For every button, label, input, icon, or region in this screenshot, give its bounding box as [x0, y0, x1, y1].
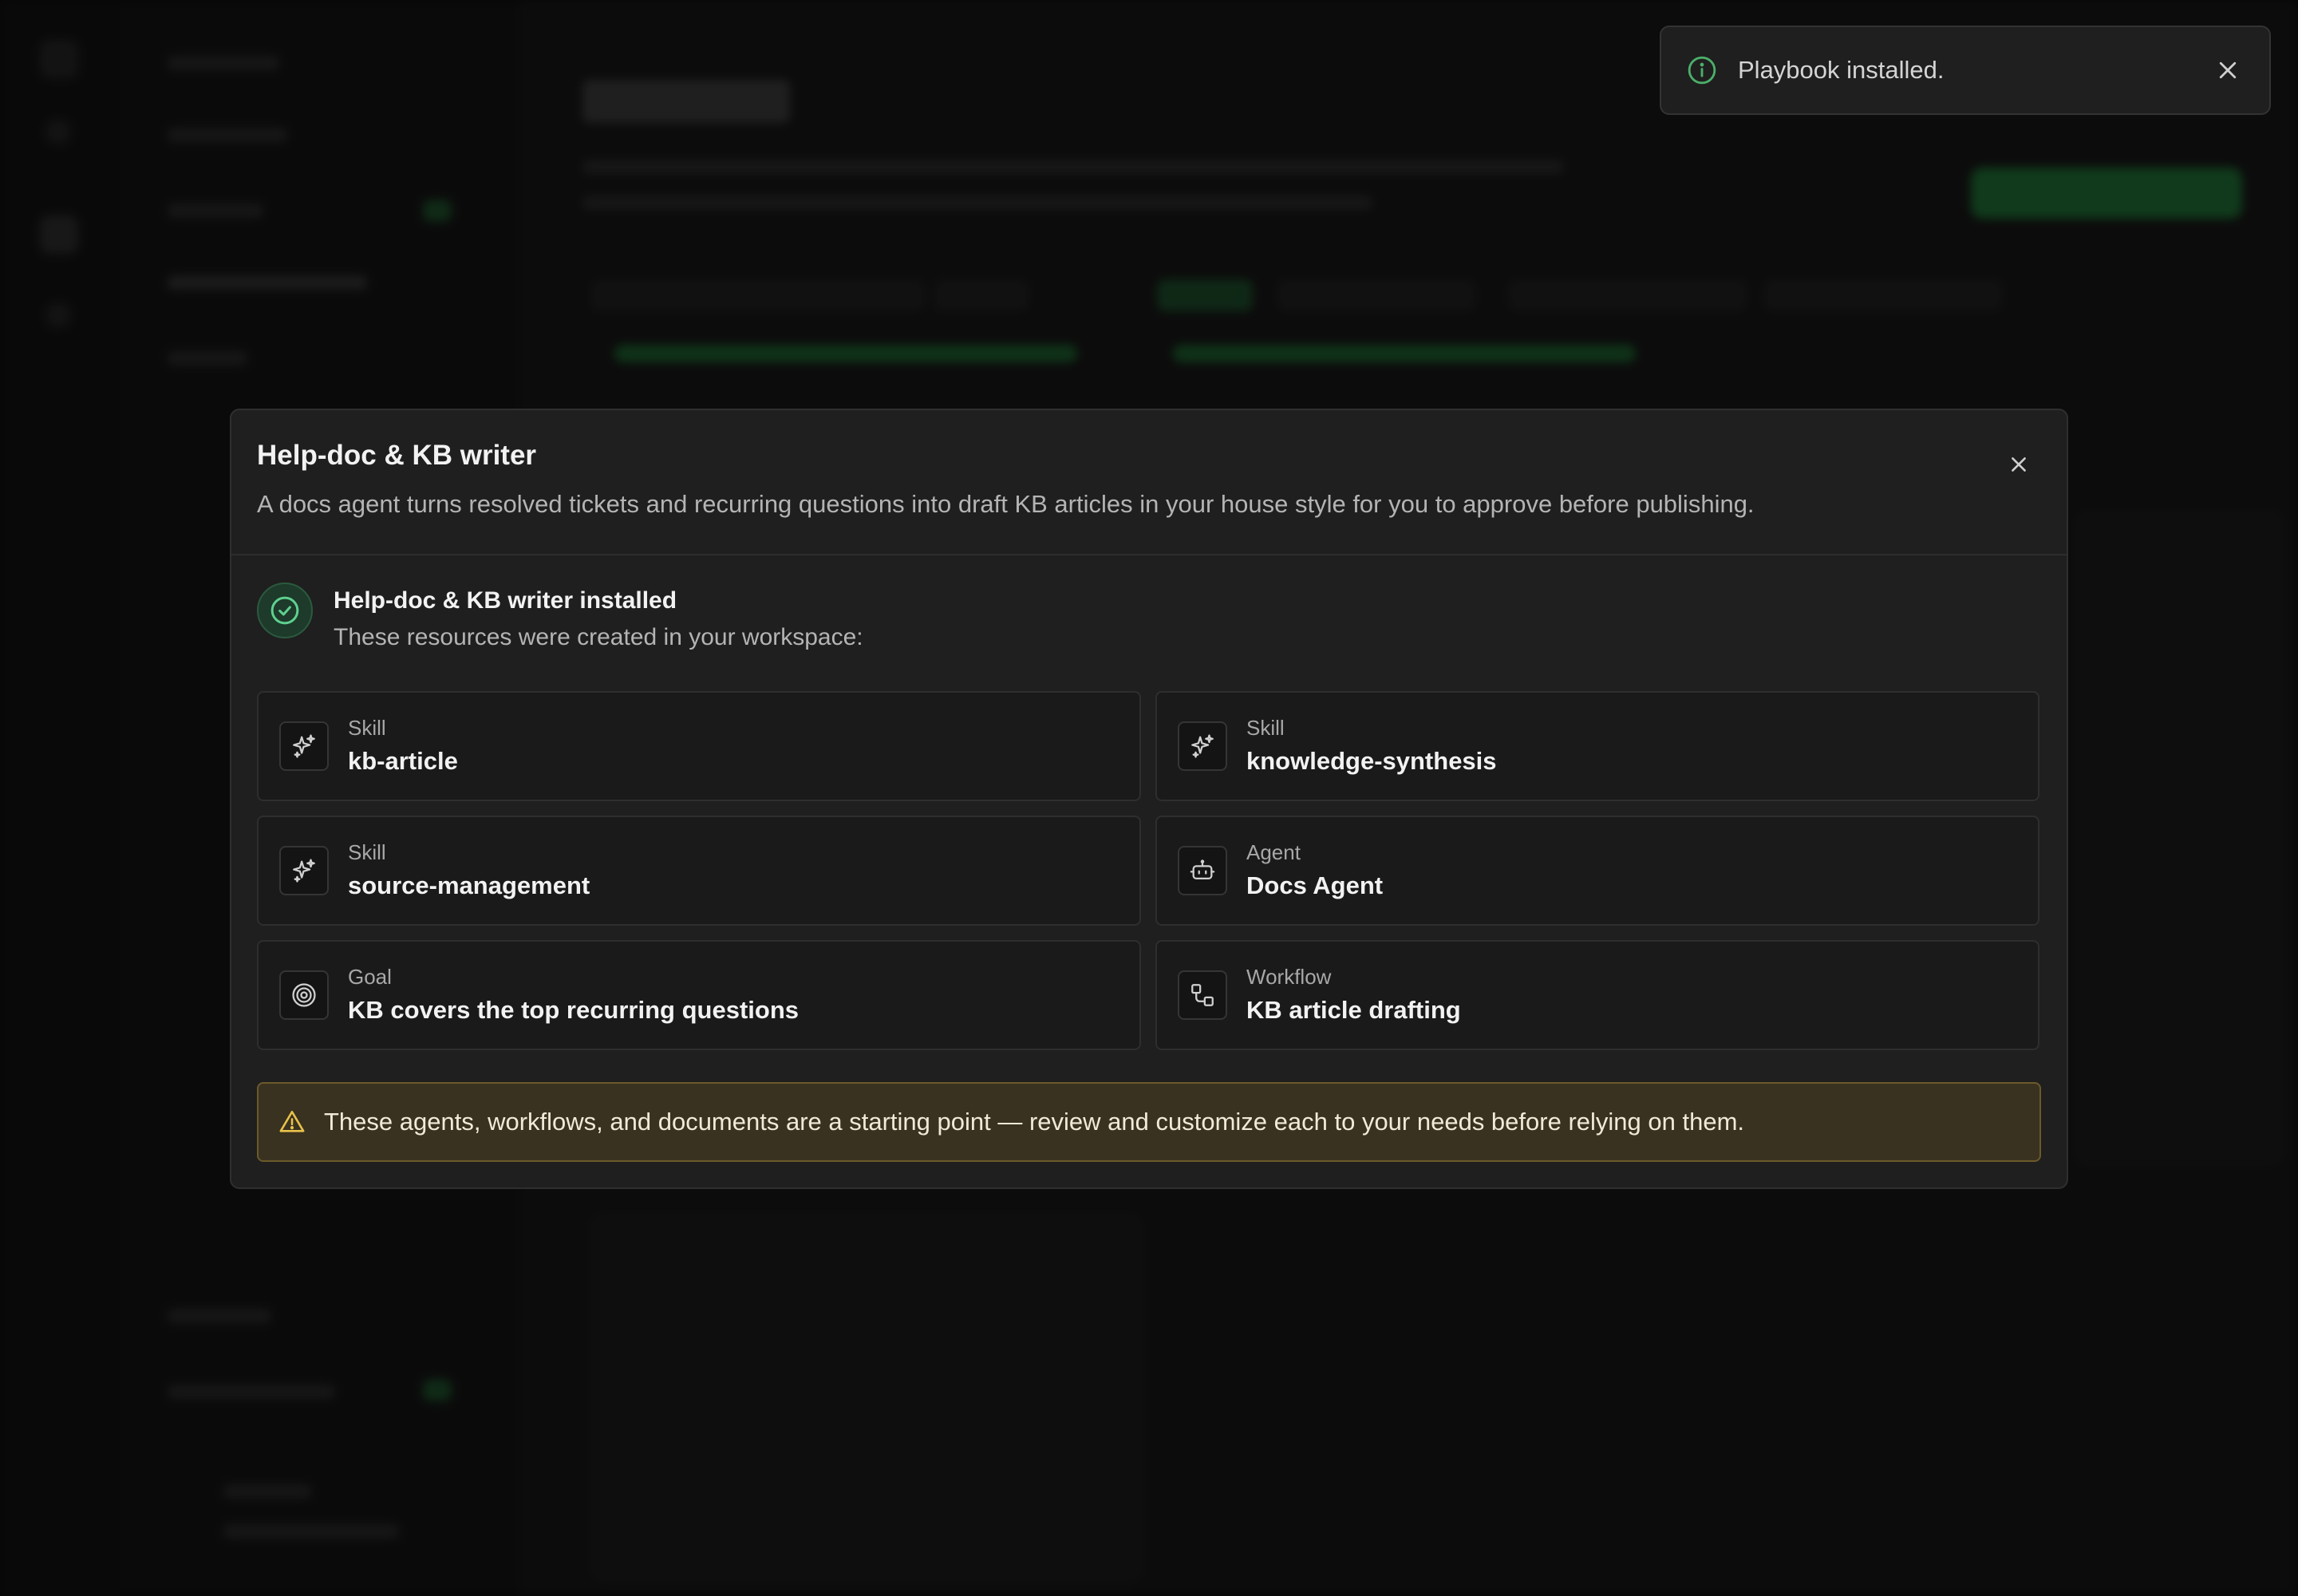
- resource-grid: Skill kb-article Skill knowledge-synthes…: [257, 691, 2041, 1050]
- toast-notification: Playbook installed.: [1660, 26, 2271, 115]
- info-circle-icon: [1687, 55, 1717, 85]
- close-icon: [2012, 457, 2026, 472]
- resource-name: kb-article: [348, 747, 458, 775]
- target-icon: [279, 970, 329, 1020]
- resource-type: Agent: [1246, 840, 1301, 864]
- warning-triangle-icon: [278, 1108, 306, 1136]
- resource-card-source-management[interactable]: Skill source-management: [257, 816, 1141, 926]
- modal-header: Help-doc & KB writer A docs agent turns …: [231, 410, 2067, 555]
- resource-name: source-management: [348, 871, 590, 899]
- sparkles-icon: [279, 721, 329, 771]
- modal-body: Help-doc & KB writer installed These res…: [231, 555, 2067, 1162]
- sparkles-icon: [279, 846, 329, 895]
- toast-message: Playbook installed.: [1738, 56, 1945, 84]
- resource-text: Agent Docs Agent: [1246, 839, 1383, 902]
- sparkles-icon: [1178, 721, 1227, 771]
- resource-type: Workflow: [1246, 965, 1332, 989]
- resource-name: knowledge-synthesis: [1246, 747, 1497, 775]
- playbook-modal: Help-doc & KB writer A docs agent turns …: [230, 409, 2068, 1189]
- resource-name: Docs Agent: [1246, 871, 1384, 899]
- resource-card-kb-article[interactable]: Skill kb-article: [257, 691, 1141, 801]
- resource-type: Skill: [1246, 716, 1285, 740]
- resource-text: Skill source-management: [348, 839, 590, 902]
- resource-text: Goal KB covers the top recurring questio…: [348, 964, 799, 1026]
- resource-card-knowledge-synthesis[interactable]: Skill knowledge-synthesis: [1155, 691, 2039, 801]
- resource-card-workflow[interactable]: Workflow KB article drafting: [1155, 940, 2039, 1050]
- installed-title: Help-doc & KB writer installed: [334, 587, 677, 614]
- resource-type: Skill: [348, 840, 386, 864]
- robot-icon: [1178, 846, 1227, 895]
- installed-subtitle: These resources were created in your wor…: [334, 624, 863, 650]
- resource-card-goal[interactable]: Goal KB covers the top recurring questio…: [257, 940, 1141, 1050]
- warning-text: These agents, workflows, and documents a…: [324, 1108, 1745, 1136]
- resource-text: Skill kb-article: [348, 715, 458, 777]
- resource-text: Skill knowledge-synthesis: [1246, 715, 1497, 777]
- modal-title: Help-doc & KB writer: [257, 440, 537, 471]
- resource-name: KB article drafting: [1246, 996, 1461, 1024]
- toast-close-button[interactable]: [2212, 54, 2244, 86]
- resource-type: Skill: [348, 716, 386, 740]
- modal-close-button[interactable]: [2003, 448, 2035, 480]
- resource-name: KB covers the top recurring questions: [348, 996, 799, 1024]
- warning-callout: These agents, workflows, and documents a…: [257, 1082, 2041, 1162]
- resource-text: Workflow KB article drafting: [1246, 964, 1461, 1026]
- check-circle-icon: [257, 583, 313, 638]
- resource-card-docs-agent[interactable]: Agent Docs Agent: [1155, 816, 2039, 926]
- installed-status: Help-doc & KB writer installed These res…: [257, 555, 2041, 691]
- close-icon: [2219, 61, 2237, 79]
- workflow-icon: [1178, 970, 1227, 1020]
- modal-description: A docs agent turns resolved tickets and …: [257, 490, 1755, 518]
- resource-type: Goal: [348, 965, 392, 989]
